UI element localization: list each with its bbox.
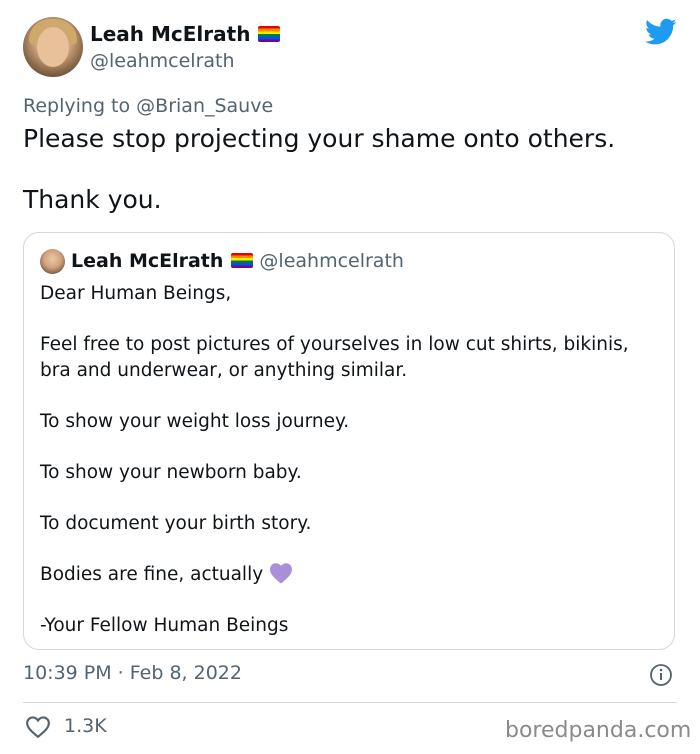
quoted-display-name: Leah McElrath <box>71 250 224 272</box>
tweet-text-line: Please stop projecting your shame onto o… <box>23 124 616 153</box>
quoted-line: Bodies are fine, actually <box>40 564 264 585</box>
heart-outline-icon[interactable] <box>25 715 51 739</box>
pride-flag-icon <box>258 26 281 42</box>
author-avatar[interactable] <box>23 17 83 77</box>
quoted-body: Dear Human Beings, Feel free to post pic… <box>40 281 660 664</box>
quoted-avatar <box>40 249 65 274</box>
tweet-text: Please stop projecting your shame onto o… <box>23 123 673 245</box>
replying-prefix: Replying to <box>23 95 131 117</box>
like-count[interactable]: 1.3K <box>64 715 107 737</box>
twitter-bird-icon[interactable] <box>645 18 677 46</box>
divider <box>23 702 677 703</box>
quoted-tweet[interactable]: Leah McElrath @leahmcelrath Dear Human Be… <box>23 232 675 650</box>
purple-heart-icon <box>270 563 293 584</box>
replying-mention-link[interactable]: @Brian_Sauve <box>136 95 273 117</box>
quoted-line: Dear Human Beings, <box>40 283 232 304</box>
quoted-handle: @leahmcelrath <box>259 250 404 272</box>
quoted-line: To show your weight loss journey. <box>40 411 350 432</box>
watermark: boredpanda.com <box>505 718 692 743</box>
replying-to: Replying to @Brian_Sauve <box>23 95 273 117</box>
info-icon[interactable] <box>649 663 673 687</box>
quoted-line: -Your Fellow Human Beings <box>40 615 289 636</box>
quoted-line: To document your birth story. <box>40 513 312 534</box>
avatar-face <box>37 27 69 67</box>
author-handle[interactable]: @leahmcelrath <box>90 50 235 72</box>
quoted-header: Leah McElrath @leahmcelrath <box>71 250 404 272</box>
quoted-line-with-heart: Bodies are fine, actually <box>40 562 660 588</box>
pride-flag-icon <box>231 252 254 268</box>
tweet-text-line: Thank you. <box>23 185 162 214</box>
author-display-name[interactable]: Leah McElrath <box>90 22 281 46</box>
author-name-text: Leah McElrath <box>90 22 251 46</box>
quoted-line: To show your newborn baby. <box>40 462 302 483</box>
tweet-card: Leah McElrath @leahmcelrath Replying to … <box>0 0 700 754</box>
tweet-timestamp[interactable]: 10:39 PM · Feb 8, 2022 <box>23 662 242 684</box>
quoted-line: Feel free to post pictures of yourselves… <box>40 334 629 381</box>
